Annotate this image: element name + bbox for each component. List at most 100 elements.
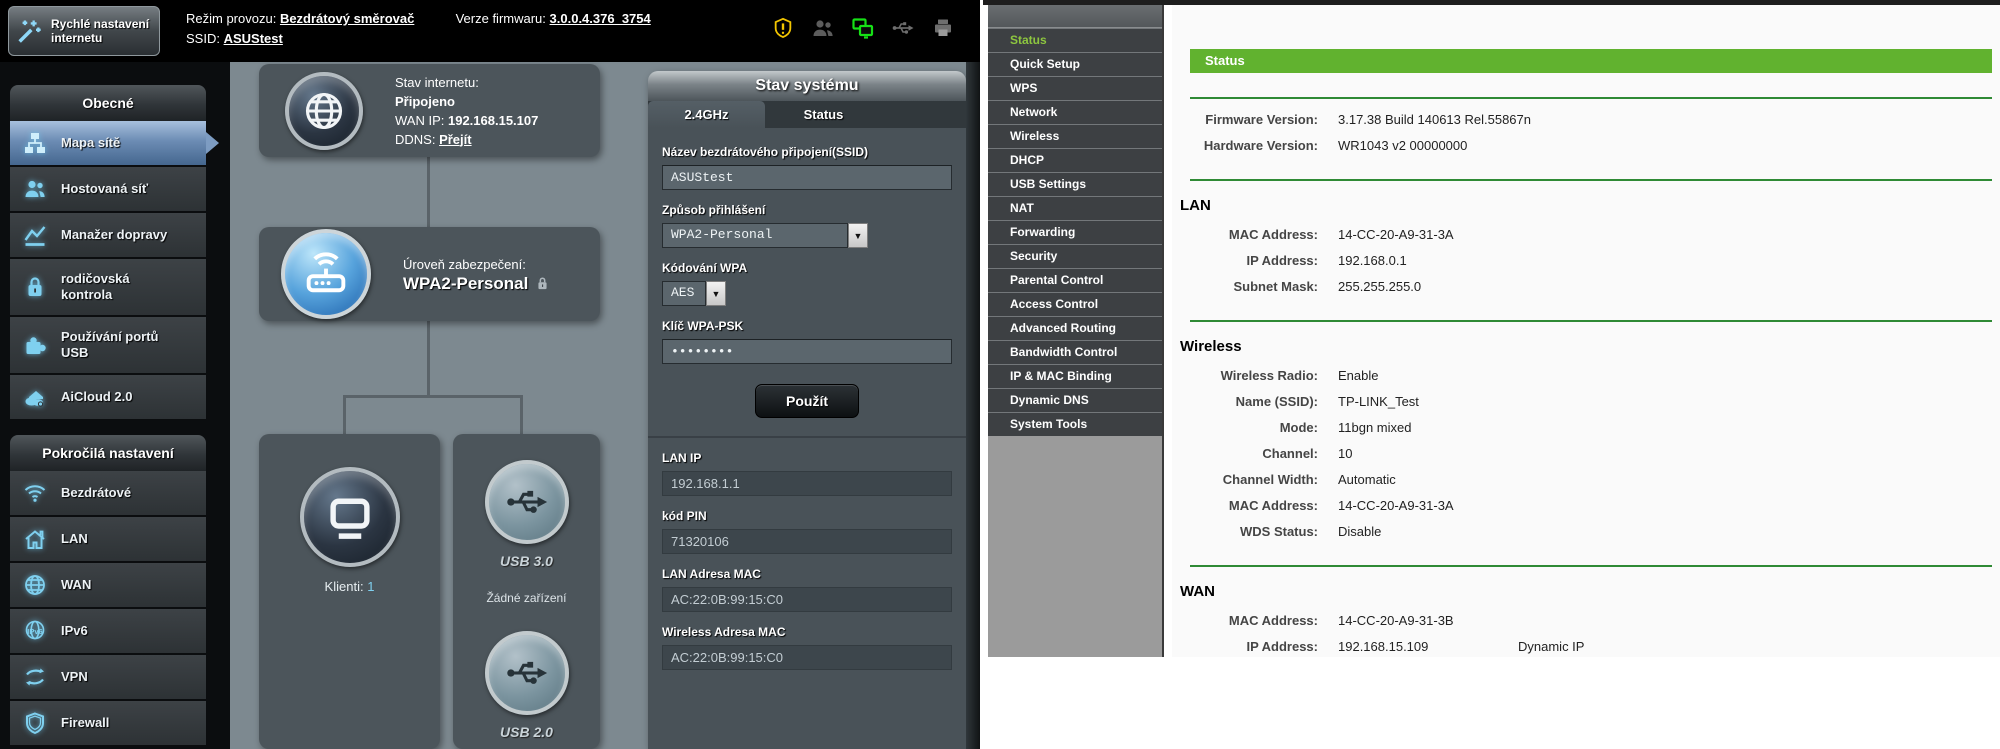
row-extra: Dynamic IP [1518, 634, 1584, 657]
usb-application-puzzle-icon [23, 333, 49, 357]
row-label: Channel: [1190, 441, 1318, 467]
status-row: Wireless Radio: Enable [1172, 363, 2000, 389]
sidebar-section-advanced: Pokročilá nastavení [10, 435, 206, 471]
tplink-menu-item[interactable]: DHCP [988, 148, 1162, 172]
lock-icon [535, 276, 550, 291]
tplink-menu-item[interactable]: Parental Control [988, 268, 1162, 292]
operation-mode-link[interactable]: Bezdrátový směrovač [280, 11, 414, 26]
row-value: Disable [1338, 519, 1381, 545]
chevron-down-icon[interactable]: ▼ [706, 281, 726, 306]
tplink-menu-item[interactable]: Network [988, 100, 1162, 124]
row-label: WDS Status: [1190, 519, 1318, 545]
tplink-menu-item[interactable]: Wireless [988, 124, 1162, 148]
sidebar-item-guest-network[interactable]: Hostovaná síť [10, 167, 206, 211]
ssid-input[interactable] [662, 165, 952, 190]
quick-internet-setup-button[interactable]: Rychlé nastavení internetu [8, 6, 160, 56]
tplink-menu-item[interactable]: Bandwidth Control [988, 340, 1162, 364]
wpa-encryption-label: Kódování WPA [662, 261, 952, 275]
tplink-menu-item[interactable]: Forwarding [988, 220, 1162, 244]
connector-line [427, 157, 430, 227]
row-label: MAC Address: [1190, 222, 1318, 248]
sidebar-item-traffic-manager[interactable]: Manažer dopravy [10, 213, 206, 257]
tplink-menu-item[interactable]: Security [988, 244, 1162, 268]
sidebar-item-firewall[interactable]: Firewall [10, 701, 206, 745]
tplink-menu-item[interactable]: System Tools [988, 412, 1162, 436]
usb3-status: Žádné zařízení [486, 591, 566, 605]
sidebar-item-lan[interactable]: LAN [10, 517, 206, 561]
clients-monitor-icon[interactable] [300, 467, 400, 567]
tplink-menu-item[interactable]: IP & MAC Binding [988, 364, 1162, 388]
tplink-menu-item[interactable]: Status [988, 28, 1162, 52]
tab-status[interactable]: Status [765, 101, 882, 128]
status-row: IP Address: 192.168.0.1 [1172, 248, 2000, 274]
lan-ip-label: LAN IP [662, 451, 952, 465]
tplink-menu-item[interactable]: Advanced Routing [988, 316, 1162, 340]
tplink-menu-item[interactable]: Dynamic DNS [988, 388, 1162, 412]
tplink-menu-item[interactable]: Quick Setup [988, 52, 1162, 76]
internet-globe-icon[interactable] [285, 72, 363, 150]
usb-devices-card[interactable]: USB 3.0 Žádné zařízení USB 2.0 [453, 434, 600, 749]
ddns-go-link[interactable]: Přejít [439, 132, 472, 147]
row-value: 14-CC-20-A9-31-3A [1338, 493, 1454, 519]
asus-router-page: Rychlé nastavení internetu Režim provozu… [0, 0, 980, 749]
clients-card[interactable]: Klienti: 1 [259, 434, 440, 749]
magic-wand-icon [15, 17, 43, 45]
clients-label: Klienti: [325, 579, 364, 594]
lan-house-icon [23, 527, 49, 551]
row-value: 11bgn mixed [1338, 415, 1411, 441]
ssid-field-label: Název bezdrátového připojení(SSID) [662, 145, 952, 159]
warning-icon[interactable] [770, 15, 796, 41]
tplink-menu-item[interactable]: Access Control [988, 292, 1162, 316]
clients-count[interactable]: 1 [367, 579, 374, 594]
sidebar-item-vpn[interactable]: VPN [10, 655, 206, 699]
row-label: Hardware Version: [1190, 133, 1318, 159]
row-value: WR1043 v2 00000000 [1338, 133, 1467, 159]
row-label: Mode: [1190, 415, 1318, 441]
tplink-menu-item[interactable]: WPS [988, 76, 1162, 100]
aicloud-icon [23, 385, 49, 409]
ipv6-icon: IPv6 [23, 619, 49, 643]
usb3-icon[interactable] [485, 460, 569, 544]
row-label: Wireless Radio: [1190, 363, 1318, 389]
wan-section-title: WAN [1180, 583, 2000, 600]
auth-method-select[interactable]: WPA2-Personal ▼ [662, 223, 952, 248]
firmware-version-link[interactable]: 3.0.0.4.376_3754 [550, 11, 651, 26]
sidebar-item-label: Mapa sítě [61, 135, 120, 151]
router-icon[interactable] [281, 229, 371, 319]
row-label: IP Address: [1190, 634, 1318, 657]
sidebar-item-network-map[interactable]: Mapa sítě [10, 121, 206, 165]
sidebar-item-wireless[interactable]: Bezdrátové [10, 471, 206, 515]
wpa-psk-key-input[interactable] [662, 339, 952, 364]
wpa-encryption-select[interactable]: AES ▼ [662, 281, 952, 306]
tplink-menu: Status Quick Setup WPS Network Wireless … [988, 28, 1162, 436]
asus-sidebar: Obecné Mapa sítě Hostovaná síť [0, 62, 230, 749]
clients-status-icon[interactable] [810, 15, 836, 41]
router-security-card[interactable]: Úroveň zabezpečení: WPA2-Personal [259, 227, 600, 321]
sidebar-item-label: Manažer dopravy [61, 227, 167, 243]
network-status-icon[interactable] [850, 15, 876, 41]
sidebar-item-usb-application[interactable]: Používání portů USB [10, 317, 206, 373]
clients-count-line: Klienti: 1 [325, 579, 375, 594]
row-value: 14-CC-20-A9-31-3B [1338, 608, 1454, 634]
chevron-down-icon[interactable]: ▼ [848, 223, 868, 248]
internet-status-card[interactable]: Stav internetu: Připojeno WAN IP: 192.16… [259, 64, 600, 157]
tab-24ghz[interactable]: 2.4GHz [648, 101, 765, 128]
tplink-menu-item[interactable]: USB Settings [988, 172, 1162, 196]
sidebar-item-ipv6[interactable]: IPv6 IPv6 [10, 609, 206, 653]
ssid-link[interactable]: ASUStest [224, 31, 283, 46]
system-status-tabs: 2.4GHz Status [648, 101, 966, 128]
sidebar-item-wan[interactable]: WAN [10, 563, 206, 607]
sidebar-item-aicloud[interactable]: AiCloud 2.0 [10, 375, 206, 419]
printer-status-icon[interactable] [930, 15, 956, 41]
apply-button[interactable]: Použít [755, 384, 859, 418]
tplink-menu-item[interactable]: NAT [988, 196, 1162, 220]
connector-line [343, 395, 346, 434]
sidebar-item-parental-control[interactable]: rodičovská kontrola [10, 259, 206, 315]
row-value: 192.168.15.109 [1338, 634, 1428, 657]
usb-status-icon[interactable] [890, 15, 916, 41]
usb2-icon[interactable] [485, 631, 569, 715]
sidebar-item-label: IPv6 [61, 623, 88, 639]
usb2-label: USB 2.0 [500, 724, 553, 740]
status-row: WDS Status: Disable [1172, 519, 2000, 545]
sidebar-item-label: Firewall [61, 715, 109, 731]
